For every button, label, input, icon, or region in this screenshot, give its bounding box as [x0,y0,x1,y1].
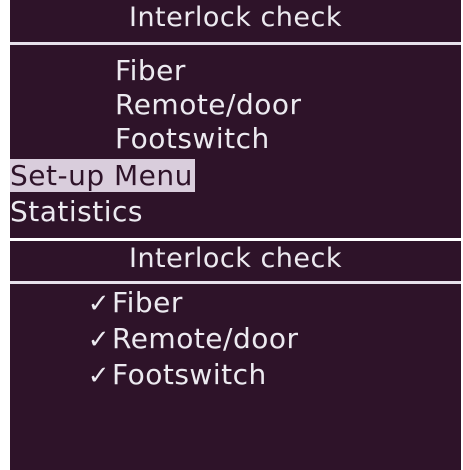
checkmark-icon: ✓ [87,289,110,319]
interlock-screen-checked: Interlock check ✓Fiber ✓Remote/door ✓Foo… [10,241,461,470]
screen-title: Interlock check [128,243,342,274]
checkmark-icon: ✓ [87,325,110,355]
menu-item-fiber[interactable]: Fiber [115,54,186,88]
check-item-footswitch: ✓Footswitch [80,358,267,393]
menu-item-remote-door[interactable]: Remote/door [115,88,302,122]
check-item-label: Fiber [112,286,183,319]
title-divider [10,281,461,284]
check-item-fiber: ✓Fiber [80,286,183,321]
checkmark-icon: ✓ [87,361,110,391]
check-item-label: Footswitch [112,358,267,391]
selected-highlight: Set-up Menu [10,159,195,192]
menu-item-statistics[interactable]: Statistics [10,195,143,229]
screen-title: Interlock check [128,2,342,33]
check-item-remote-door: ✓Remote/door [80,322,299,357]
interlock-screen-menu: Interlock check Fiber Remote/door Footsw… [10,0,461,238]
menu-item-footswitch[interactable]: Footswitch [115,122,270,156]
title-divider [10,42,461,45]
menu-item-setup-menu[interactable]: Set-up Menu [10,159,195,193]
check-item-label: Remote/door [112,322,299,355]
